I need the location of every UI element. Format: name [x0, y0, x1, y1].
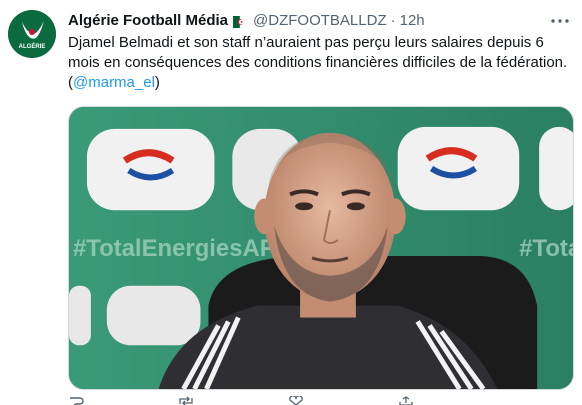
algeria-flag-icon	[233, 16, 248, 28]
timestamp[interactable]: 12h	[400, 11, 425, 31]
mention-link[interactable]: @marma_el	[73, 74, 155, 91]
tweet-header: Algérie Football Média @DZFOOTBALLDZ · 1…	[68, 10, 546, 32]
tweet-card[interactable]: ALGÉRIE Algérie Football Média @DZFOOTBA…	[0, 0, 582, 405]
separator-dot: ·	[390, 12, 396, 29]
tweet-actions	[68, 396, 498, 405]
like-icon[interactable]	[288, 396, 304, 405]
tweet-media-image[interactable]: #TotalEnergiesAFCON #Tota	[68, 106, 574, 390]
algerie-football-media-logo: ALGÉRIE	[8, 10, 56, 58]
more-options-icon[interactable]	[550, 12, 570, 30]
tweet-text: Djamel Belmadi et son staff n’auraient p…	[68, 33, 574, 93]
avatar[interactable]: ALGÉRIE	[8, 10, 56, 58]
mention-close: )	[154, 74, 160, 91]
media-right-text: #Tota	[519, 235, 573, 262]
reply-icon[interactable]	[68, 396, 84, 405]
display-name[interactable]: Algérie Football Média	[68, 11, 228, 31]
share-icon[interactable]	[398, 396, 414, 405]
retweet-icon[interactable]	[178, 396, 194, 405]
avatar-label: ALGÉRIE	[19, 42, 46, 50]
user-handle[interactable]: @DZFOOTBALLDZ	[253, 11, 387, 31]
tweet-body: Djamel Belmadi et son staff n’auraient p…	[68, 34, 568, 71]
